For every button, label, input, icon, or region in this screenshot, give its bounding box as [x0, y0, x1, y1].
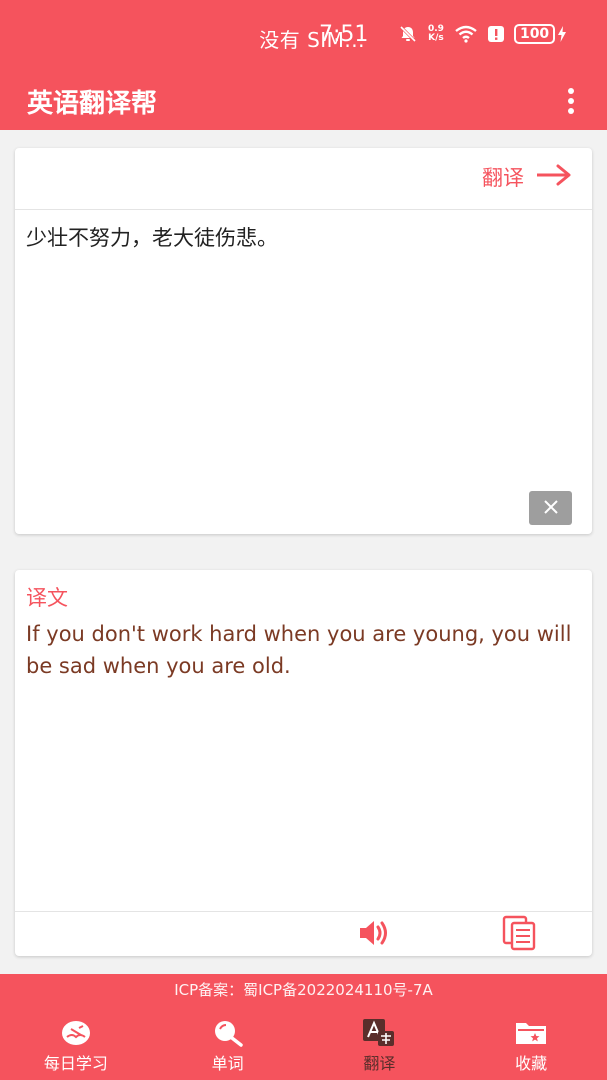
output-actions — [15, 911, 592, 956]
battery-level: 100 — [513, 24, 556, 44]
clock-time: 7:51 — [319, 22, 369, 47]
magnifier-icon — [212, 1018, 244, 1048]
app-bar: 英语翻译帮 — [0, 74, 607, 130]
nav-label: 每日学习 — [43, 1054, 108, 1073]
nav-label: 翻译 — [363, 1054, 396, 1073]
translate-button[interactable]: 翻译 — [482, 162, 572, 192]
divider — [15, 911, 592, 912]
alert-icon — [487, 26, 504, 42]
nav-item-daily-study[interactable]: 每日学习 — [0, 1014, 152, 1080]
menu-dot — [568, 108, 574, 114]
translation-text: If you don't work hard when you are youn… — [26, 622, 572, 678]
nav-item-words[interactable]: 单词 — [152, 1014, 304, 1080]
close-icon — [543, 499, 558, 518]
status-bar: 没有 SIM... 7:51 0.9 K/s 100 — [0, 0, 607, 74]
bottom-area: ICP备案：蜀ICP备2022024110号-7A 每日学习 单词 翻译 收藏 — [0, 974, 607, 1080]
clear-button[interactable] — [529, 491, 572, 525]
output-card: 译文 If you don't work hard when you are y… — [15, 570, 592, 956]
menu-dot — [568, 88, 574, 94]
nav-label: 单词 — [211, 1054, 244, 1073]
arrow-right-icon — [536, 164, 572, 191]
app-title: 英语翻译帮 — [27, 89, 158, 119]
icp-text: ICP备案：蜀ICP备2022024110号-7A — [174, 981, 433, 999]
charging-icon — [557, 26, 567, 42]
nav-item-translate[interactable]: 翻译 — [304, 1014, 456, 1080]
translate-icon — [363, 1018, 395, 1048]
net-speed-unit: K/s — [428, 33, 444, 43]
nav-item-favorites[interactable]: 收藏 — [455, 1014, 607, 1080]
input-card: 翻译 少壮不努力，老大徒伤悲。 — [15, 148, 592, 534]
folder-star-icon — [515, 1018, 547, 1048]
status-icons: 0.9 K/s 100 — [398, 24, 567, 44]
speaker-icon[interactable] — [358, 919, 392, 951]
battery-indicator: 100 — [513, 24, 567, 44]
book-icon — [61, 1018, 91, 1048]
source-text-input[interactable]: 少壮不努力，老大徒伤悲。 — [26, 222, 278, 252]
nav-label: 收藏 — [515, 1054, 548, 1073]
bottom-nav: 每日学习 单词 翻译 收藏 — [0, 1014, 607, 1080]
menu-dot — [568, 98, 574, 104]
divider — [15, 209, 592, 210]
more-vert-icon[interactable] — [559, 84, 583, 118]
output-label: 译文 — [26, 586, 68, 610]
net-speed: 0.9 K/s — [428, 25, 444, 43]
mute-bell-icon — [398, 24, 418, 44]
wifi-icon — [454, 25, 478, 43]
copy-icon[interactable] — [502, 915, 538, 955]
translate-button-label: 翻译 — [482, 166, 524, 190]
